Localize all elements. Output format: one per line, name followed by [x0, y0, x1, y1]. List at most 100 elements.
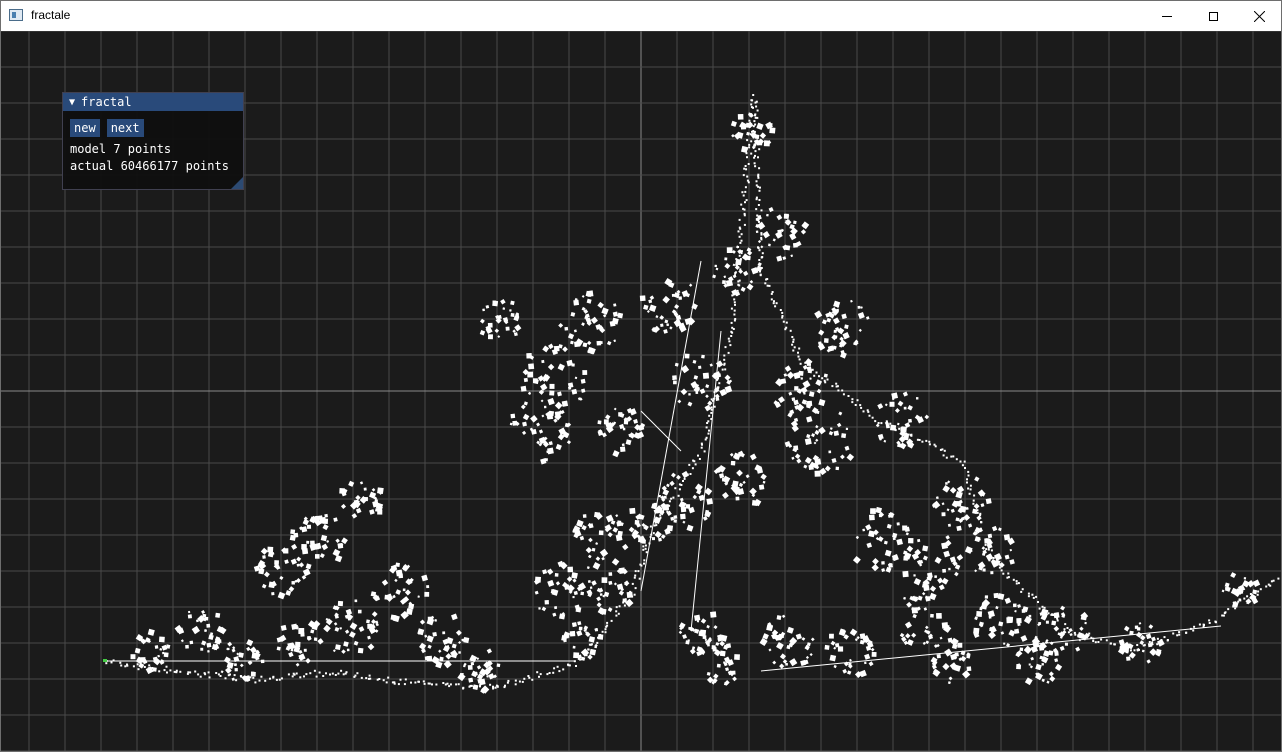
- fractal-point: [758, 167, 761, 170]
- panel-header[interactable]: ▼ fractal: [63, 93, 243, 111]
- fractal-point: [766, 213, 769, 217]
- title-bar[interactable]: fractale: [1, 1, 1281, 31]
- fractal-point: [571, 572, 578, 579]
- fractal-point: [921, 591, 926, 596]
- fractal-point: [1227, 608, 1230, 611]
- fractal-point: [922, 641, 926, 645]
- fractal-point: [611, 558, 620, 566]
- fractal-point: [714, 264, 717, 268]
- collapse-arrow-icon[interactable]: ▼: [69, 97, 75, 108]
- fractal-point: [972, 502, 975, 505]
- fractal-point: [187, 614, 192, 619]
- fractal-point: [573, 590, 578, 596]
- fractal-point: [684, 353, 690, 359]
- fractal-point: [978, 621, 984, 627]
- fractal-point: [506, 681, 509, 684]
- fractal-point: [385, 681, 388, 684]
- fractal-point: [993, 592, 999, 599]
- fractal-point: [697, 454, 699, 457]
- fractal-point: [750, 140, 753, 143]
- fractal-point: [677, 399, 682, 404]
- fractal-point: [404, 589, 411, 596]
- fractal-point: [402, 588, 406, 592]
- fractal-point: [982, 568, 986, 572]
- fractal-point: [285, 590, 292, 596]
- fractal-point: [945, 535, 950, 540]
- fractal-point: [922, 555, 928, 561]
- fractal-point: [705, 436, 708, 439]
- fractal-point: [558, 322, 564, 328]
- fractal-point: [206, 642, 212, 648]
- fractal-point: [305, 673, 308, 676]
- fractal-point: [559, 613, 566, 620]
- fractal-point: [207, 650, 210, 653]
- fractal-point: [543, 405, 547, 409]
- fractal-panel[interactable]: ▼ fractal new next model 7 points actual…: [62, 92, 244, 190]
- fractal-point: [942, 485, 950, 493]
- fractal-point: [755, 196, 758, 199]
- fractal-point: [779, 309, 782, 311]
- fractal-point: [403, 683, 406, 686]
- resize-grip[interactable]: [231, 177, 243, 189]
- fractal-point: [137, 668, 140, 671]
- fractal-point: [772, 660, 777, 665]
- fractal-point: [794, 386, 799, 391]
- fractal-point: [752, 94, 755, 96]
- fractal-point: [700, 446, 703, 449]
- fractal-point: [887, 426, 890, 429]
- fractal-point: [746, 175, 749, 178]
- fractal-point: [648, 304, 657, 312]
- fractal-point: [805, 655, 809, 659]
- fractal-point: [1134, 625, 1139, 629]
- fractal-point: [595, 556, 601, 562]
- fractal-point: [738, 226, 741, 229]
- fractal-point: [737, 113, 744, 120]
- fractal-point: [829, 427, 833, 430]
- fractal-point: [768, 648, 772, 652]
- fractal-point: [917, 595, 923, 601]
- fractal-point: [653, 502, 658, 507]
- fractal-point: [710, 418, 713, 420]
- fractal-point: [549, 383, 555, 389]
- fractal-point: [215, 672, 218, 674]
- fractal-point: [310, 629, 315, 634]
- fractal-point: [686, 473, 689, 476]
- fractal-point: [759, 132, 767, 139]
- fractal-point: [967, 474, 970, 477]
- fractal-point: [668, 500, 671, 503]
- fractal-point: [427, 644, 432, 649]
- fractal-point: [249, 676, 252, 679]
- fractal-point: [949, 486, 957, 494]
- fractal-point: [631, 582, 634, 585]
- fractal-point: [575, 606, 582, 613]
- fractal-point: [744, 190, 747, 193]
- fractal-point: [682, 520, 686, 524]
- fractal-point: [732, 328, 735, 330]
- fractal-point: [542, 345, 550, 353]
- fractal-point: [387, 676, 390, 679]
- fractal-point: [615, 606, 618, 609]
- next-button[interactable]: next: [106, 119, 144, 137]
- fractal-point: [896, 422, 900, 426]
- new-button[interactable]: new: [70, 119, 100, 137]
- fractal-point: [599, 593, 603, 596]
- fractal-point: [778, 635, 781, 638]
- fractal-point: [974, 616, 978, 621]
- fractal-point: [1202, 625, 1205, 628]
- fractal-point: [758, 189, 761, 192]
- fractal-point: [808, 391, 815, 397]
- fractal-point: [1149, 648, 1158, 657]
- fractal-point: [926, 572, 933, 579]
- fractal-point: [678, 630, 683, 635]
- minimize-button[interactable]: [1144, 1, 1190, 31]
- fractal-point: [1257, 590, 1260, 593]
- fractal-point: [746, 139, 749, 142]
- close-button[interactable]: [1236, 1, 1282, 31]
- fractal-point: [896, 522, 900, 526]
- fractal-point: [730, 460, 736, 466]
- maximize-button[interactable]: [1190, 1, 1236, 31]
- fractal-point: [502, 307, 506, 310]
- fractal-point: [547, 397, 555, 406]
- fractal-point: [933, 644, 938, 649]
- fractal-point: [851, 401, 854, 404]
